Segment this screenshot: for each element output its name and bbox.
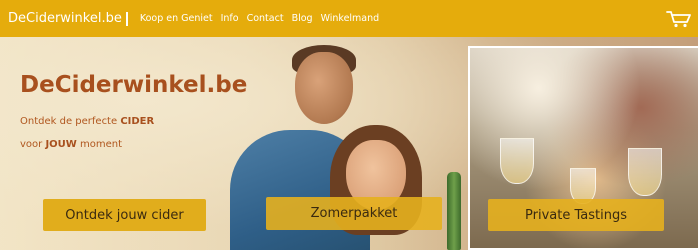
tagline-text: voor bbox=[20, 139, 46, 150]
discover-cider-button[interactable]: Ontdek jouw cider bbox=[43, 199, 206, 231]
tagline-bold: JOUW bbox=[45, 139, 77, 150]
hero-photo-bottle bbox=[447, 172, 461, 250]
wine-glass-image bbox=[628, 148, 662, 196]
summer-package-button[interactable]: Zomerpakket bbox=[266, 197, 442, 230]
nav-link-winkelmand[interactable]: Winkelmand bbox=[321, 13, 380, 24]
top-navbar: DeCiderwinkel.be Koop en Geniet Info Con… bbox=[0, 0, 698, 37]
tagline-bold: CIDER bbox=[120, 116, 155, 127]
hero-title: DeCiderwinkel.be bbox=[20, 72, 248, 98]
nav-link-koop-en-geniet[interactable]: Koop en Geniet bbox=[140, 13, 213, 24]
shopping-cart-icon[interactable] bbox=[666, 10, 692, 28]
hero-photo-man-head bbox=[295, 52, 353, 124]
wine-glass-image bbox=[500, 138, 534, 184]
tagline-text: Ontdek de perfecte bbox=[20, 116, 121, 127]
hero-tagline-line1: Ontdek de perfecte CIDER bbox=[20, 116, 154, 127]
hero-tagline-line2: voor JOUW moment bbox=[20, 139, 122, 150]
nav-link-info[interactable]: Info bbox=[221, 13, 239, 24]
nav-link-contact[interactable]: Contact bbox=[247, 13, 284, 24]
nav-links: Koop en Geniet Info Contact Blog Winkelm… bbox=[132, 13, 379, 24]
tagline-text: moment bbox=[76, 139, 123, 150]
private-tastings-button[interactable]: Private Tastings bbox=[488, 199, 664, 231]
nav-link-blog[interactable]: Blog bbox=[292, 13, 313, 24]
brand-link[interactable]: DeCiderwinkel.be bbox=[8, 11, 128, 26]
